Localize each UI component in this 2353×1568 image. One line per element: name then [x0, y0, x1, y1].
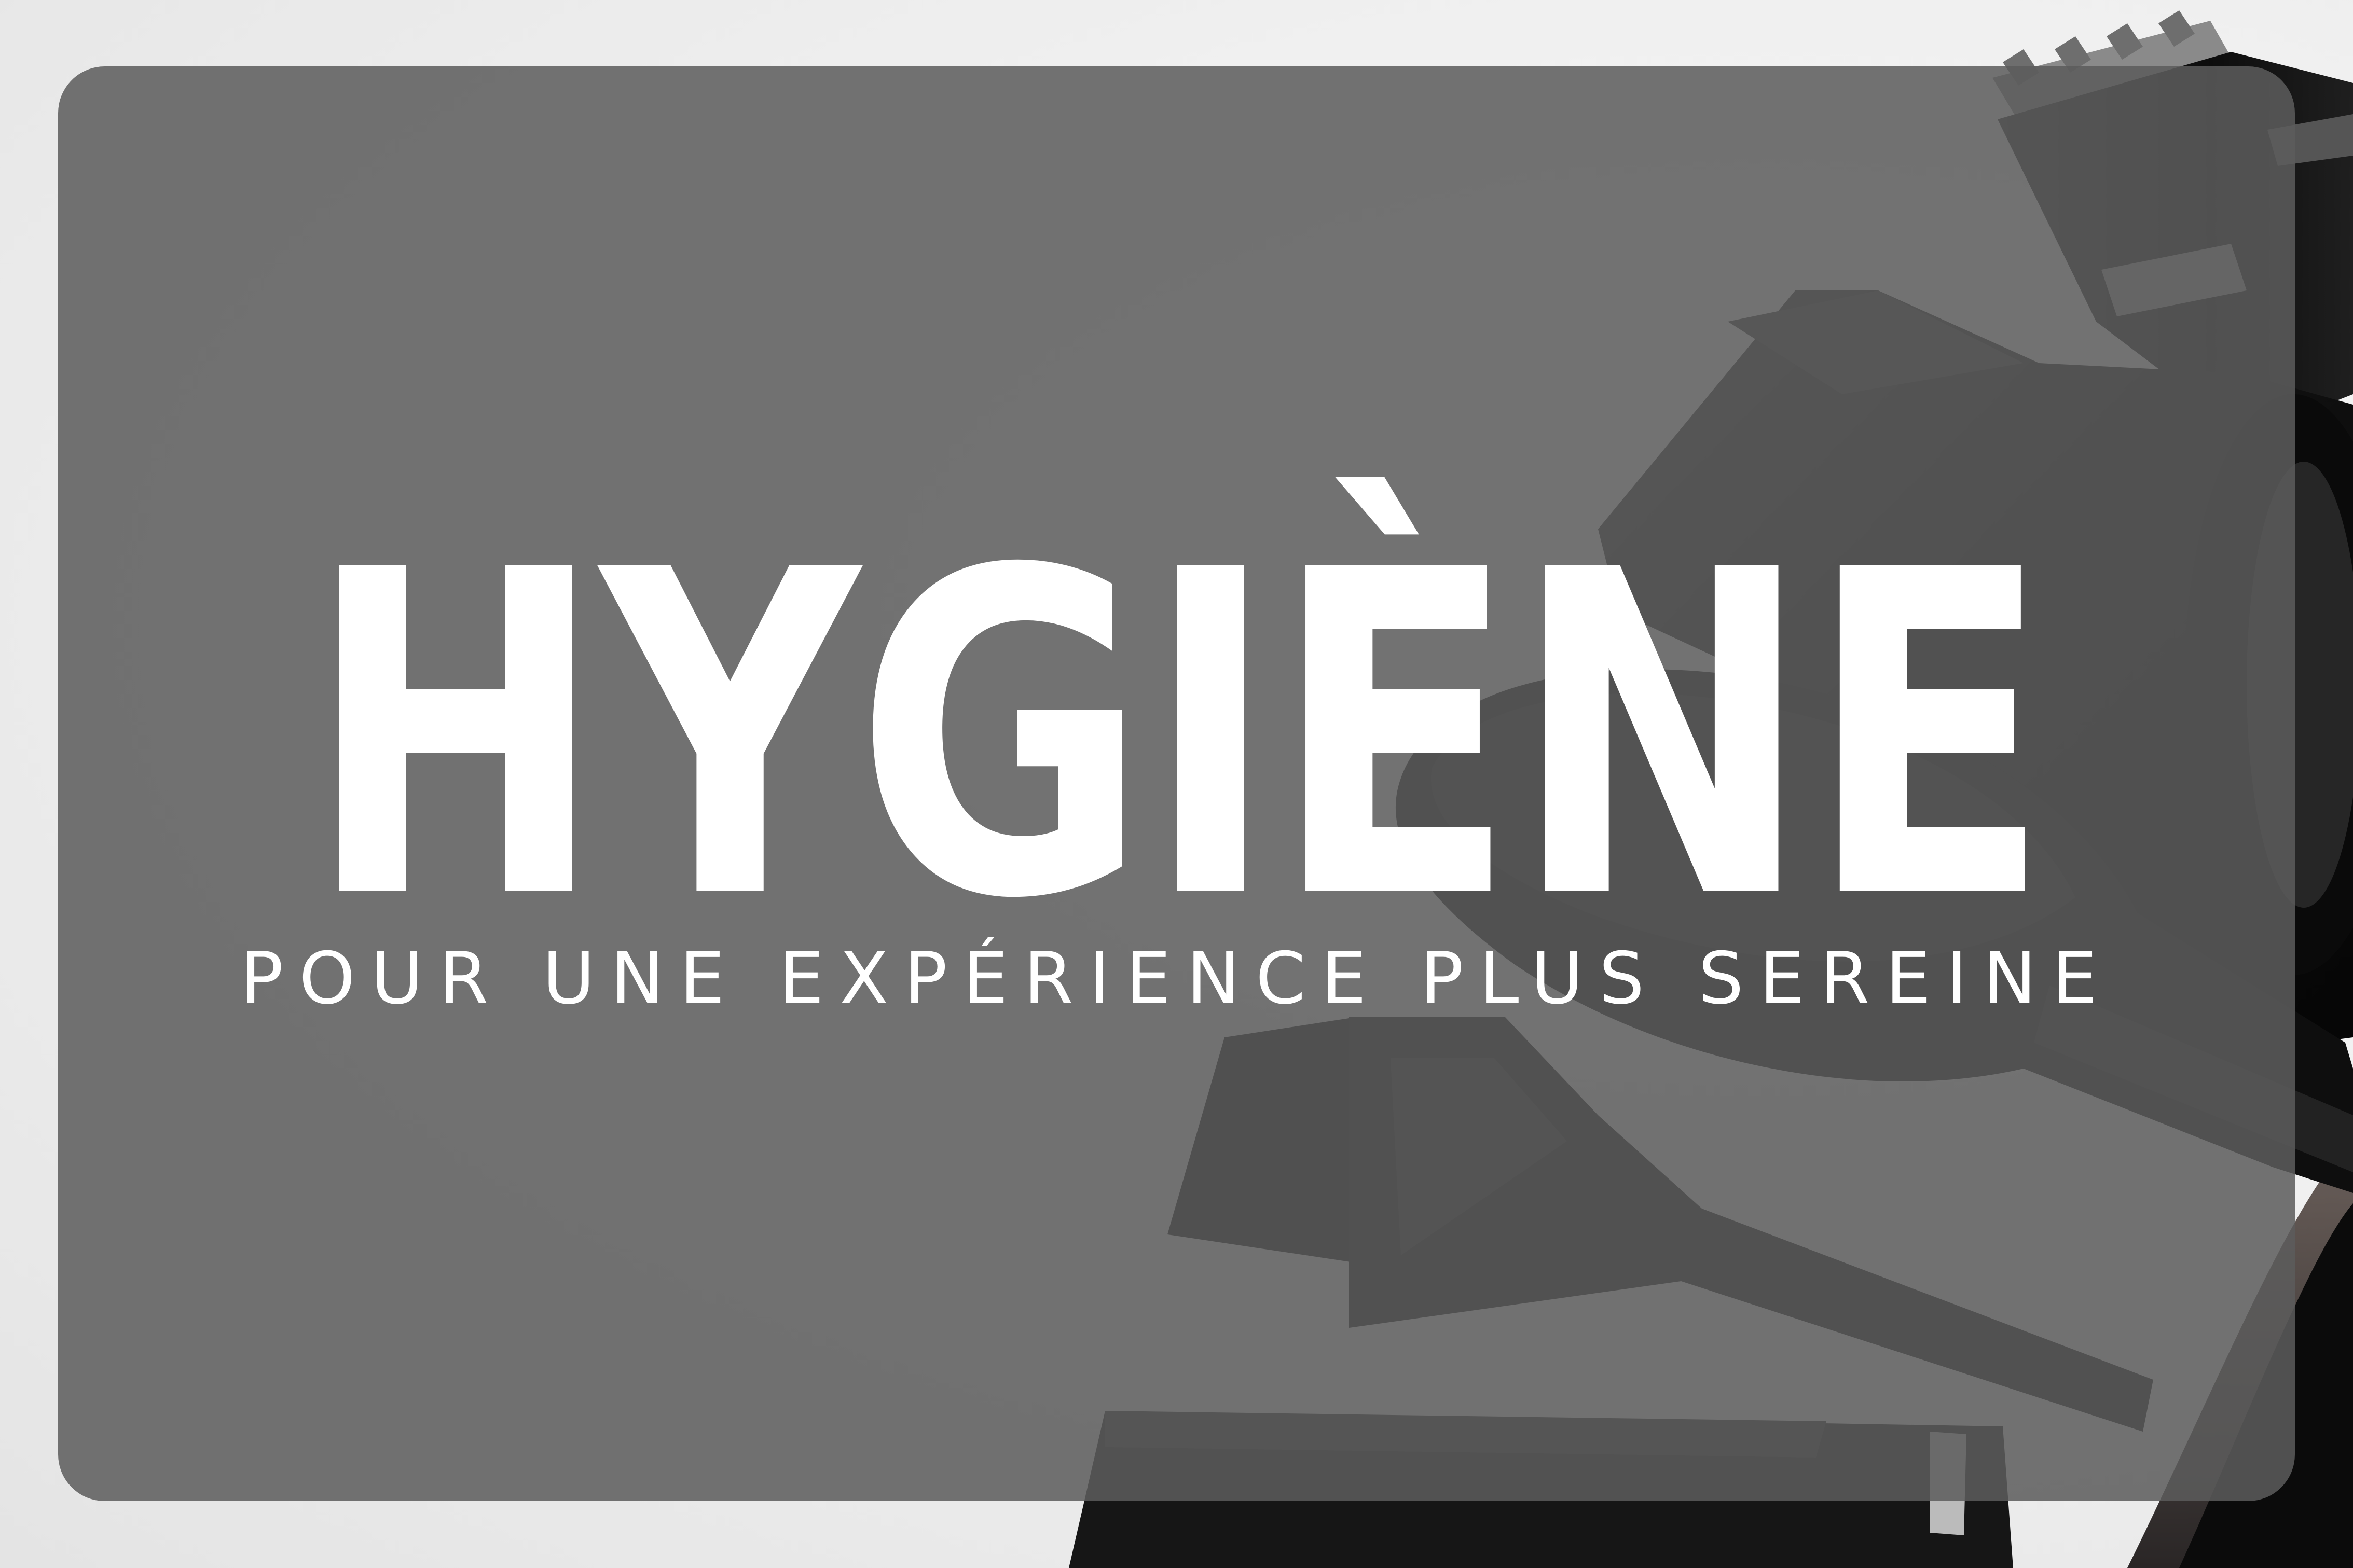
subtitle: POUR UNE EXPÉRIENCE PLUS SEREINE [240, 937, 2113, 1020]
promo-banner: HYGIÈNE POUR UNE EXPÉRIENCE PLUS SEREINE [0, 0, 2353, 1568]
page-title: HYGIÈNE [306, 477, 2051, 996]
